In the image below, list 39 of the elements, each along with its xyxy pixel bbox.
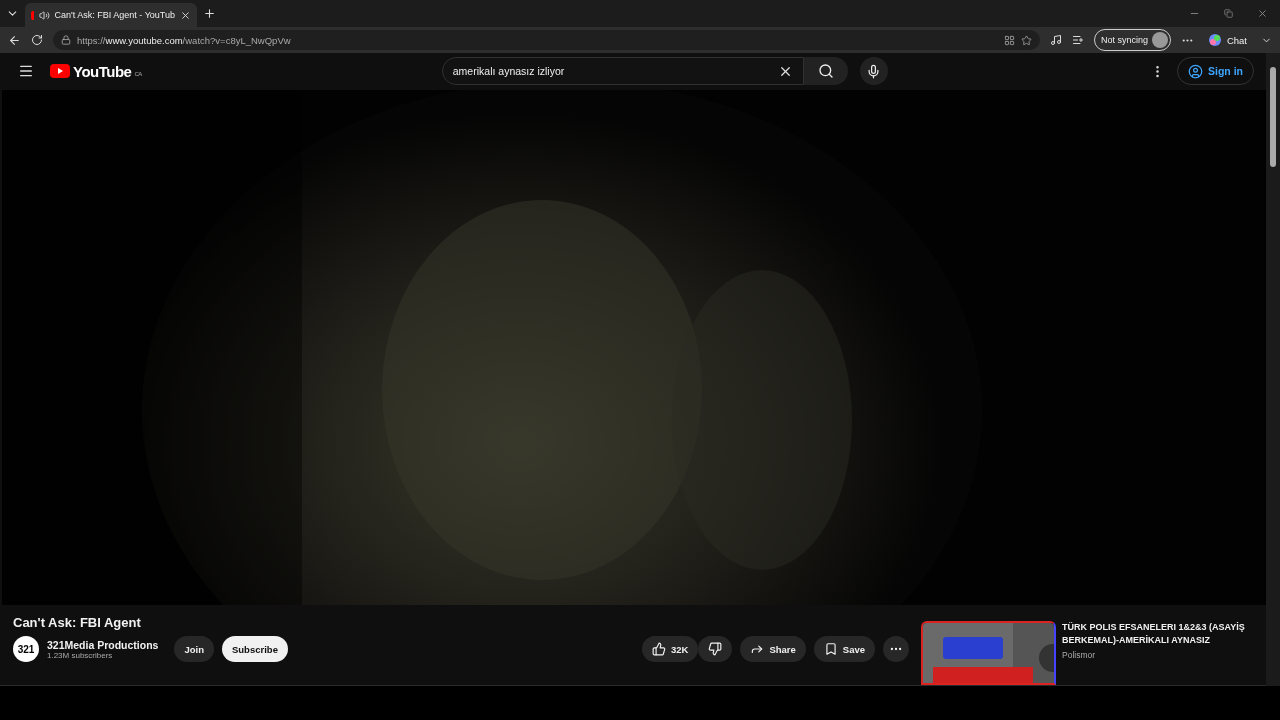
search-field[interactable]: amerikalı aynasız izliyor	[441, 57, 804, 86]
save-button[interactable]: Save	[813, 636, 875, 662]
like-button[interactable]: 32K	[641, 636, 699, 662]
browser-tab[interactable]: Can't Ask: FBI Agent - YouTub	[25, 3, 197, 27]
account-icon	[1188, 63, 1203, 79]
channel-name[interactable]: Polismor	[1062, 650, 1266, 660]
back-icon[interactable]	[8, 33, 21, 47]
chat-logo-icon	[1207, 33, 1222, 47]
star-icon[interactable]	[1020, 34, 1032, 46]
address-field[interactable]: https://www.youtube.com/watch?v=c8yL_NwQpVw	[53, 30, 1040, 50]
favorites-icon[interactable]	[1071, 34, 1084, 46]
music-icon[interactable]	[1049, 34, 1062, 46]
video-title: Can't Ask: FBI Agent	[13, 615, 142, 630]
channel-name[interactable]: 321Media Productions	[47, 638, 159, 651]
share-icon	[750, 642, 765, 656]
close-icon[interactable]	[1257, 8, 1268, 19]
refresh-icon[interactable]	[31, 34, 43, 46]
search-button[interactable]	[803, 57, 848, 86]
thumbs-up-icon	[651, 642, 666, 656]
recommended-title[interactable]: TÜRK POLIS EFSANELERI 1&2&3 (ASAYİŞ BERKEMAL)-AMERİKALI AYNASIZ	[1062, 621, 1266, 647]
thumbs-down-icon	[708, 642, 723, 656]
bookmark-icon	[823, 642, 838, 656]
chat-button[interactable]: Chat	[1203, 27, 1251, 53]
restore-icon[interactable]	[1224, 9, 1233, 18]
dislike-button[interactable]	[698, 636, 733, 662]
share-button[interactable]: Share	[740, 636, 806, 662]
new-tab-icon[interactable]	[203, 7, 216, 20]
join-button[interactable]: Join	[174, 636, 214, 662]
microphone-icon	[866, 63, 882, 79]
lock-icon[interactable]	[61, 35, 71, 45]
microphone-button[interactable]	[859, 57, 888, 86]
search-icon	[817, 63, 834, 80]
channel-avatar[interactable]: 321	[13, 636, 39, 662]
speaker-icon[interactable]	[38, 9, 50, 21]
close-icon[interactable]	[180, 9, 191, 21]
subscriber-count: 1.23M subscribers	[47, 650, 114, 660]
tab-title: Can't Ask: FBI Agent - YouTub	[54, 10, 175, 20]
apps-icon[interactable]	[1003, 34, 1015, 46]
subscribe-button[interactable]: Subscribe	[222, 636, 288, 662]
